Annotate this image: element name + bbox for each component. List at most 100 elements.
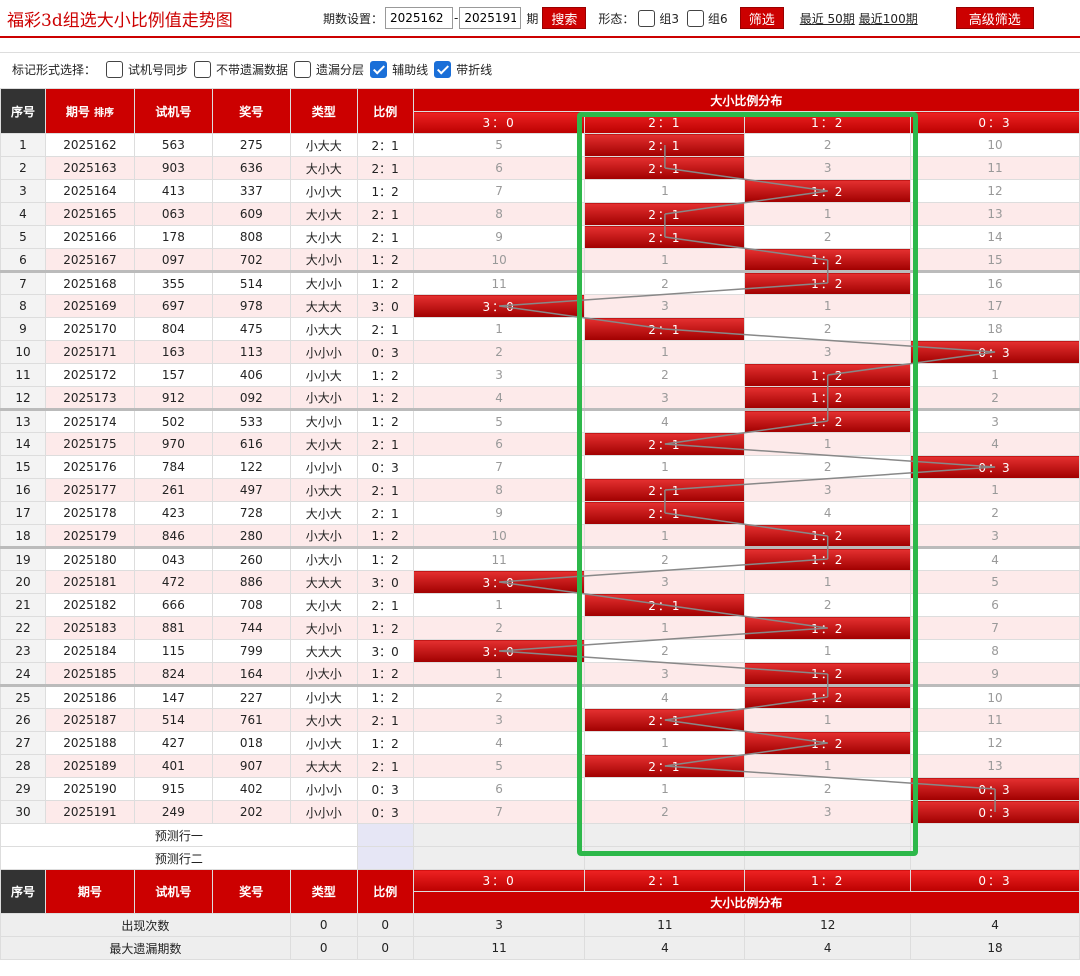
row-test-number: 915	[133, 777, 213, 801]
mark-option-4[interactable]: 带折线	[434, 61, 492, 78]
footer-cat: 2：1	[584, 869, 746, 892]
miss-cell: 10	[910, 684, 1080, 709]
miss-cell: 1	[584, 340, 746, 364]
miss-cell: 1	[584, 248, 746, 272]
row-draw-number: 092	[211, 386, 291, 410]
row-period: 2025174	[44, 408, 135, 433]
row-ratio: 1：2	[356, 386, 414, 410]
miss-cell: 1	[744, 570, 912, 594]
row-draw-number: 497	[211, 478, 291, 502]
table-row: 24 2025185 824 164 小大小 1：2 1 3 1：2 9	[0, 662, 1080, 686]
prediction-row-2-cell[interactable]	[412, 846, 586, 870]
row-type: 小大大	[289, 133, 358, 157]
miss-cell: 7	[412, 455, 586, 479]
group6-checkbox[interactable]	[687, 9, 705, 27]
mark-checkbox-3[interactable]	[370, 61, 388, 78]
mark-checkbox-0[interactable]	[106, 61, 124, 78]
row-ratio: 1：2	[356, 684, 414, 709]
prediction-row-1-cell[interactable]	[412, 823, 586, 847]
row-type: 小小大	[289, 363, 358, 387]
miss-cell: 11	[412, 270, 586, 295]
row-type: 大大大	[289, 570, 358, 594]
group3-checkbox[interactable]	[638, 9, 656, 27]
row-draw-number: 337	[211, 179, 291, 203]
row-sn: 15	[0, 455, 46, 479]
recent50-link[interactable]: 最近 50期	[800, 10, 855, 27]
row-ratio: 1：2	[356, 179, 414, 203]
mark-option-1[interactable]: 不带遗漏数据	[194, 61, 288, 78]
mark-option-0[interactable]: 试机号同步	[106, 61, 188, 78]
miss-cell: 2	[412, 684, 586, 709]
header-cat: 3：0	[412, 111, 586, 134]
header-period[interactable]: 期号 排序	[44, 88, 135, 134]
row-draw-number: 280	[211, 524, 291, 548]
row-period: 2025184	[44, 639, 135, 663]
row-period: 2025189	[44, 754, 135, 778]
row-type: 小小小	[289, 455, 358, 479]
miss-cell: 2	[744, 455, 912, 479]
miss-cell: 3	[910, 524, 1080, 548]
row-sn: 11	[0, 363, 46, 387]
filter-button[interactable]: 筛选	[739, 7, 784, 29]
prediction-row-1-cell[interactable]	[584, 823, 746, 847]
miss-cell: 1	[744, 294, 912, 318]
row-type: 大大大	[289, 754, 358, 778]
mark-checkbox-1[interactable]	[194, 61, 212, 78]
mark-option-3[interactable]: 辅助线	[370, 61, 428, 78]
recent100-link[interactable]: 最近100期	[859, 10, 918, 27]
hit-cell: 2：1	[584, 754, 746, 778]
prediction-row-1-cell[interactable]	[910, 823, 1080, 847]
miss-cell: 7	[412, 800, 586, 824]
stats-label: 最大遗漏期数	[0, 936, 291, 960]
row-sn: 10	[0, 340, 46, 364]
row-period: 2025169	[44, 294, 135, 318]
prediction-row-2-label: 预测行二	[0, 846, 358, 870]
period-to-input[interactable]	[459, 7, 522, 29]
row-type: 小小大	[289, 731, 358, 755]
row-period: 2025182	[44, 593, 135, 617]
prediction-row-1-cell[interactable]	[744, 823, 912, 847]
table-row: 10 2025171 163 113 小小小 0：3 2 1 3 0：3	[0, 340, 1080, 364]
row-sn: 7	[0, 270, 46, 295]
period-from-input[interactable]	[385, 7, 454, 29]
row-period: 2025187	[44, 708, 135, 732]
group6-label: 组6	[708, 11, 728, 26]
row-type: 小大小	[289, 546, 358, 571]
mark-option-2[interactable]: 遗漏分层	[294, 61, 364, 78]
miss-cell: 3	[584, 570, 746, 594]
hit-cell: 2：1	[584, 478, 746, 502]
hit-cell: 2：1	[584, 202, 746, 226]
row-ratio: 1：2	[356, 616, 414, 640]
row-sn: 13	[0, 408, 46, 433]
table-row: 9 2025170 804 475 小大大 2：1 1 2：1 2 18	[0, 317, 1080, 341]
miss-cell: 8	[910, 639, 1080, 663]
row-type: 大小大	[289, 202, 358, 226]
row-type: 大小大	[289, 225, 358, 249]
prediction-row-2-cell[interactable]	[744, 846, 912, 870]
row-sn: 24	[0, 662, 46, 686]
miss-cell: 12	[910, 731, 1080, 755]
miss-cell: 13	[910, 202, 1080, 226]
row-draw-number: 475	[211, 317, 291, 341]
sort-icon[interactable]: 排序	[94, 108, 114, 119]
miss-cell: 7	[412, 179, 586, 203]
hit-cell: 2：1	[584, 317, 746, 341]
search-button[interactable]: 搜索	[542, 7, 587, 29]
row-test-number: 097	[133, 248, 213, 272]
stats-ratio: 0	[356, 936, 414, 960]
group3-label: 组3	[659, 11, 680, 26]
stats-row: 最大遗漏期数 0 0 11 4 4 18	[0, 936, 1080, 960]
mark-checkbox-4[interactable]	[434, 61, 452, 78]
advanced-filter-button[interactable]: 高级筛选	[955, 7, 1034, 29]
prediction-row-2-cell[interactable]	[584, 846, 746, 870]
footer-type: 类型	[289, 869, 358, 914]
miss-cell: 2	[412, 616, 586, 640]
mark-checkbox-2[interactable]	[294, 61, 312, 78]
row-sn: 8	[0, 294, 46, 318]
hit-cell: 1：2	[744, 684, 912, 709]
row-type: 大小小	[289, 408, 358, 433]
row-period: 2025188	[44, 731, 135, 755]
table-row: 22 2025183 881 744 大小小 1：2 2 1 1：2 7	[0, 616, 1080, 640]
prediction-row-2-cell[interactable]	[910, 846, 1080, 870]
miss-cell: 4	[744, 501, 912, 525]
